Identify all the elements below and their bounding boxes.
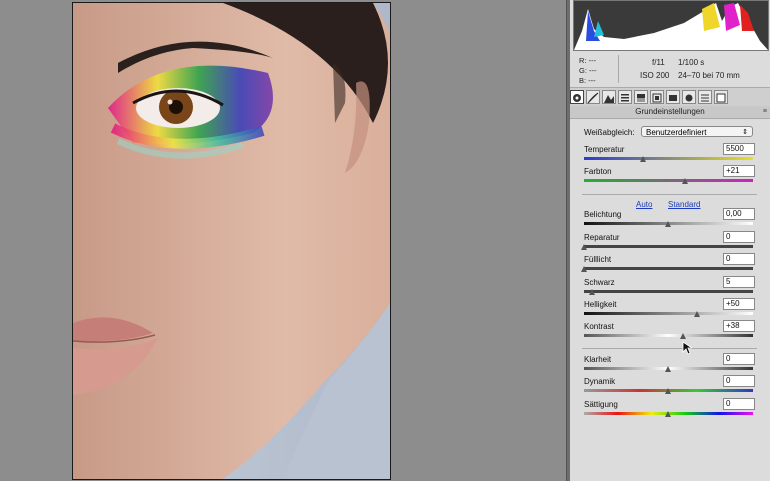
rgb-readout: R: --- G: --- B: --- [579, 56, 597, 86]
slider-label: Schwarz [584, 278, 615, 287]
slider-thumb[interactable] [580, 266, 587, 272]
slider-thumb[interactable] [681, 178, 688, 184]
slider-value-field[interactable]: 5 [723, 276, 755, 288]
slider-track[interactable] [584, 334, 753, 337]
slider-label: Fülllicht [584, 255, 612, 264]
slider-thumb[interactable] [665, 411, 671, 417]
standard-link[interactable]: Standard [668, 200, 700, 209]
shutter-readout: 1/100 s [678, 58, 705, 67]
panel-tabs [570, 87, 770, 107]
slider-track[interactable] [584, 267, 753, 270]
slider-value-field[interactable]: +38 [723, 320, 755, 332]
slider-label: Belichtung [584, 210, 622, 219]
slider-thumb[interactable] [693, 311, 700, 317]
slider-thumb[interactable] [665, 388, 671, 394]
slider-value-field[interactable]: 0 [723, 375, 755, 387]
presets-icon[interactable] [698, 90, 712, 104]
detail-icon[interactable] [602, 90, 616, 104]
red-readout: R: --- [579, 56, 597, 65]
slider-label: Sättigung [584, 400, 618, 409]
slider-thumb[interactable] [580, 244, 587, 250]
camera-icon[interactable] [570, 90, 584, 104]
slider-value-field[interactable]: 0 [723, 231, 755, 243]
slider-thumb[interactable] [680, 333, 687, 339]
slider-label: Dynamik [584, 377, 616, 386]
calibration-icon[interactable] [682, 90, 696, 104]
divider [582, 348, 757, 349]
hsl-icon[interactable] [618, 90, 632, 104]
panel-menu-icon[interactable]: ≡ [763, 108, 767, 115]
adjustment-panel: R: --- G: --- B: --- f/11 1/100 s ISO 20… [570, 0, 770, 481]
slider-value-field[interactable]: +21 [723, 165, 755, 177]
green-readout: G: --- [579, 66, 597, 75]
slider-track[interactable] [584, 179, 753, 182]
snapshots-icon[interactable] [714, 90, 728, 104]
image-canvas [0, 0, 566, 481]
effects-icon[interactable] [666, 90, 680, 104]
lens-icon[interactable] [650, 90, 664, 104]
slider-thumb[interactable] [588, 289, 595, 295]
slider-value-field[interactable]: 0 [723, 253, 755, 265]
slider-label: Temperatur [584, 145, 625, 154]
white-balance-value: Benutzerdefiniert [646, 128, 707, 137]
slider-label: Kontrast [584, 322, 614, 331]
slider-value-field[interactable]: 5500 [723, 143, 755, 155]
slider-value-field[interactable]: 0 [723, 398, 755, 410]
aperture-readout: f/11 [652, 58, 665, 67]
slider-track[interactable] [584, 312, 753, 315]
curve-icon[interactable] [586, 90, 600, 104]
slider-thumb[interactable] [639, 156, 646, 162]
slider-label: Klarheit [584, 355, 612, 364]
slider-track[interactable] [584, 290, 753, 293]
lens-readout: 24–70 bei 70 mm [678, 71, 740, 80]
section-title: Grundeinstellungen [635, 107, 705, 116]
slider-thumb[interactable] [665, 366, 671, 372]
slider-value-field[interactable]: +50 [723, 298, 755, 310]
white-balance-label: Weißabgleich: [584, 128, 635, 137]
slider-value-field[interactable]: 0 [723, 353, 755, 365]
slider-value-field[interactable]: 0,00 [723, 208, 755, 220]
slider-label: Farbton [584, 167, 612, 176]
blue-readout: B: --- [579, 76, 596, 85]
slider-label: Reparatur [584, 233, 620, 242]
portrait-image [73, 3, 390, 479]
split-toning-icon[interactable] [634, 90, 648, 104]
select-arrows-icon: ⇕ [742, 129, 748, 136]
preview-photo [72, 2, 391, 480]
mouse-cursor-icon [682, 341, 692, 355]
divider [582, 194, 757, 195]
white-balance-select[interactable]: Benutzerdefiniert ⇕ [641, 126, 753, 137]
slider-track[interactable] [584, 157, 753, 160]
histogram [573, 0, 769, 51]
readout-divider [618, 55, 619, 83]
iso-readout: ISO 200 [640, 71, 670, 80]
slider-thumb[interactable] [665, 221, 671, 227]
auto-link[interactable]: Auto [636, 200, 652, 209]
section-header: Grundeinstellungen [570, 106, 770, 119]
slider-track[interactable] [584, 245, 753, 248]
slider-label: Helligkeit [584, 300, 617, 309]
